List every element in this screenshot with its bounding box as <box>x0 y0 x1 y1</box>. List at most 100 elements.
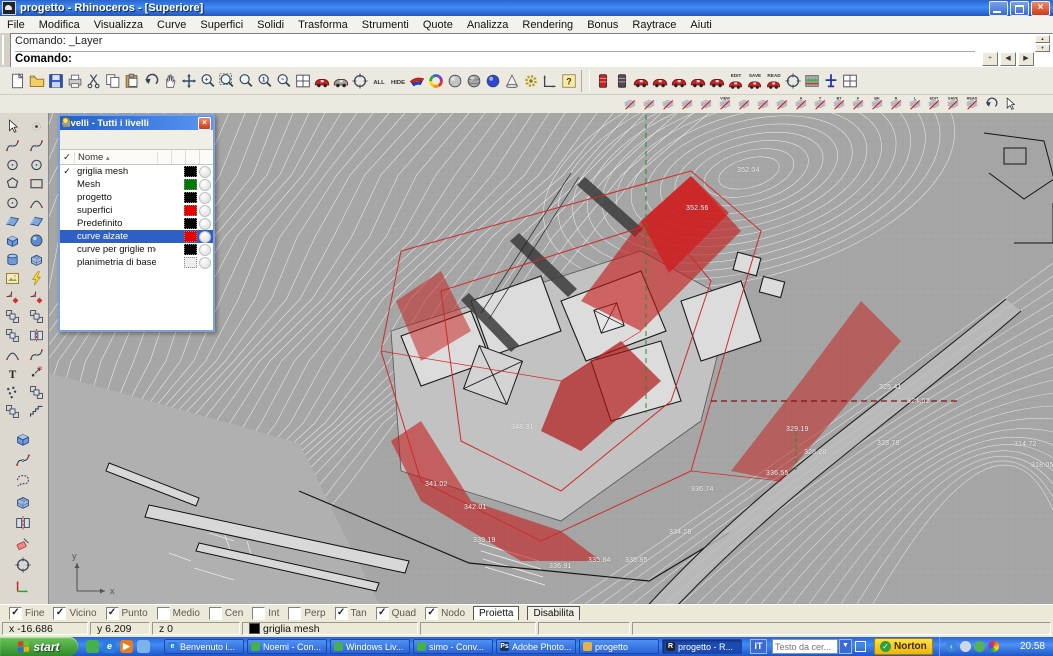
viewport-layout-icon[interactable] <box>293 71 312 91</box>
zoom-in-icon[interactable]: + <box>198 71 217 91</box>
language-indicator[interactable]: IT <box>750 639 767 654</box>
layer-material-icon[interactable] <box>199 218 211 230</box>
layers-name-header[interactable]: Nome ▴ <box>75 152 158 163</box>
tool-circle-diameter-icon[interactable] <box>25 155 47 174</box>
tool-box-icon[interactable] <box>1 231 23 250</box>
browser-icon[interactable] <box>137 640 150 653</box>
tool-split-curve-icon[interactable] <box>25 326 47 345</box>
internet-explorer-icon[interactable]: e <box>103 640 116 653</box>
anim-car-1-icon[interactable] <box>631 71 650 91</box>
mesh-t-icon[interactable]: T <box>810 94 829 114</box>
mesh-pointer-icon[interactable] <box>1000 94 1019 114</box>
delete-layer-icon[interactable]: X <box>77 132 91 147</box>
anim-read-icon[interactable]: READ <box>764 71 783 91</box>
osnap-quad[interactable]: ✓Quad <box>376 607 416 620</box>
osnap-checkbox-int[interactable] <box>252 607 265 620</box>
menu-item-bonus[interactable]: Bonus <box>580 18 625 32</box>
options-icon[interactable] <box>521 71 540 91</box>
tool-split-icon[interactable] <box>12 513 34 532</box>
menu-item-rendering[interactable]: Rendering <box>515 18 580 32</box>
close-button[interactable]: × <box>1031 1 1050 16</box>
layers-header-row[interactable]: ✓ Nome ▴ <box>60 150 213 165</box>
tool-pointer-icon[interactable] <box>1 117 23 136</box>
render-icon[interactable] <box>312 71 331 91</box>
osnap-checkbox-cen[interactable] <box>209 607 222 620</box>
anim-grid-icon[interactable] <box>802 71 821 91</box>
anim-edit-icon[interactable]: EDIT <box>726 71 745 91</box>
osnap-checkbox-quad[interactable]: ✓ <box>376 607 389 620</box>
mesh-bk-icon[interactable]: BK <box>867 94 886 114</box>
new-file-icon[interactable] <box>8 71 27 91</box>
menu-item-aiuti[interactable]: Aiuti <box>683 18 718 32</box>
tool-ellipse-icon[interactable] <box>1 193 23 212</box>
mesh-l-icon[interactable]: L <box>905 94 924 114</box>
menu-item-quote[interactable]: Quote <box>416 18 460 32</box>
dimension-icon[interactable] <box>540 71 559 91</box>
tool-cylinder-icon[interactable] <box>1 250 23 269</box>
norton-badge[interactable]: ✓ Norton <box>874 638 933 655</box>
anim-car-2-icon[interactable] <box>650 71 669 91</box>
layers-panel-close-icon[interactable]: × <box>198 117 211 130</box>
corner-icon[interactable] <box>182 132 196 147</box>
tool-curve-blend-icon[interactable] <box>25 345 47 364</box>
menu-item-file[interactable]: File <box>0 18 32 32</box>
task-progetto[interactable]: progetto <box>579 639 659 654</box>
layer-row[interactable]: Mesh <box>60 178 213 191</box>
osnap-nodo[interactable]: ✓Nodo <box>425 607 465 620</box>
layer-color-swatch[interactable] <box>184 205 197 216</box>
tool-rotate-tool-icon[interactable] <box>25 383 47 402</box>
tool-extrude-icon[interactable] <box>12 429 34 448</box>
new-layer-icon[interactable] <box>62 132 76 147</box>
layer-color-swatch[interactable] <box>184 166 197 177</box>
layers-panel[interactable]: Livelli - Tutti i livelli × X↑↓A? ✓ Nome… <box>58 114 215 332</box>
layer-current-check[interactable]: ✓ <box>60 166 74 177</box>
command-prompt[interactable]: Comando: <box>15 51 975 65</box>
anim-car-4-icon[interactable] <box>688 71 707 91</box>
mesh-edit-icon[interactable]: EDIT <box>924 94 943 114</box>
anim-car-3-icon[interactable] <box>669 71 688 91</box>
osnap-punto[interactable]: ✓Punto <box>106 607 148 620</box>
osnap-fine[interactable]: ✓Fine <box>9 607 44 620</box>
tool-curve-icon[interactable] <box>1 136 23 155</box>
command-box[interactable]: Comando: _Layer Comando: ▲ ▼ ÷ ◀ ▶ <box>10 33 1053 68</box>
mesh-r-icon[interactable]: R <box>886 94 905 114</box>
task-simo-conv-[interactable]: simo - Conv... <box>413 639 493 654</box>
open-file-icon[interactable] <box>27 71 46 91</box>
layer-material-icon[interactable] <box>199 257 211 269</box>
task-noemi-con-[interactable]: Noemi - Con... <box>247 639 327 654</box>
tool-point-cloud-icon[interactable] <box>1 383 23 402</box>
rendered-view-icon[interactable] <box>483 71 502 91</box>
menu-item-visualizza[interactable]: Visualizza <box>87 18 150 32</box>
pan-view-icon[interactable] <box>160 71 179 91</box>
mesh-save-icon[interactable]: SAVE <box>943 94 962 114</box>
mesh-2-icon[interactable] <box>639 94 658 114</box>
command-scroll-up-icon[interactable]: ▲ <box>1035 35 1050 43</box>
tool-interp-curve-icon[interactable] <box>25 136 47 155</box>
command-split-icon[interactable]: ÷ <box>982 52 998 66</box>
mesh-1-icon[interactable] <box>620 94 639 114</box>
cone-tool-icon[interactable] <box>502 71 521 91</box>
layer-color-swatch[interactable] <box>184 218 197 229</box>
layer-material-icon[interactable] <box>199 231 211 243</box>
menu-item-trasforma[interactable]: Trasforma <box>291 18 355 32</box>
mesh-f-icon[interactable]: F <box>848 94 867 114</box>
viewport-superiore[interactable]: y x 352.04352.56325.41324.62329.19328.20… <box>49 113 1053 604</box>
shaded-view-icon[interactable] <box>445 71 464 91</box>
menu-item-solidi[interactable]: Solidi <box>250 18 291 32</box>
mesh-8-icon[interactable] <box>772 94 791 114</box>
osnap-checkbox-perp[interactable] <box>288 607 301 620</box>
tool-point-icon[interactable] <box>25 117 47 136</box>
move-down-icon[interactable]: ↓ <box>107 132 121 147</box>
anim-quad-icon[interactable] <box>840 71 859 91</box>
tool-arc-blend-icon[interactable] <box>1 345 23 364</box>
anim-save-icon[interactable]: SAVE <box>745 71 764 91</box>
command-right-icon[interactable]: ▶ <box>1018 52 1034 66</box>
mesh-view-icon[interactable]: VIEW <box>715 94 734 114</box>
tool-circle-icon[interactable] <box>1 155 23 174</box>
search-input[interactable] <box>772 639 838 654</box>
osnap-cen[interactable]: Cen <box>209 607 243 620</box>
tool-rectangle-icon[interactable] <box>25 174 47 193</box>
move-up-icon[interactable]: ↑ <box>92 132 106 147</box>
layers-check-header[interactable]: ✓ <box>60 152 75 163</box>
title-bar[interactable]: progetto - Rhinoceros - [Superiore] × <box>0 0 1053 16</box>
